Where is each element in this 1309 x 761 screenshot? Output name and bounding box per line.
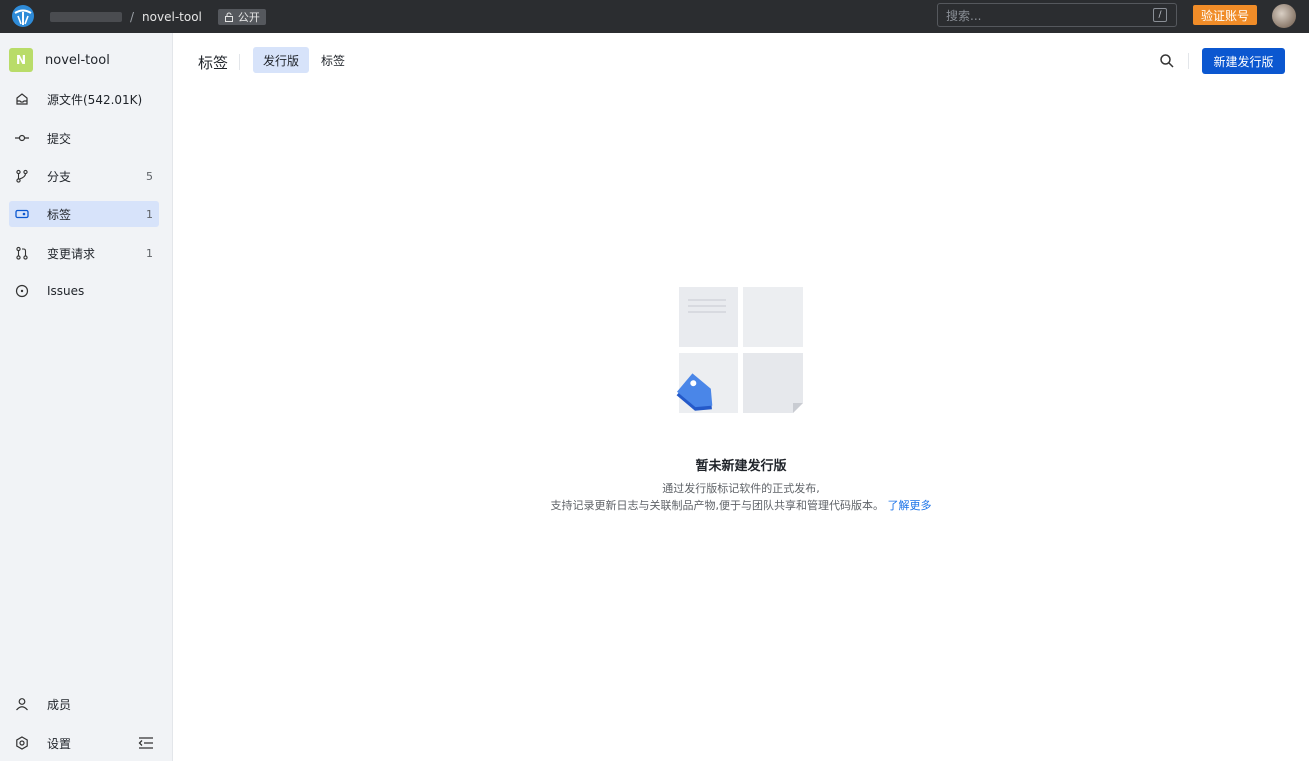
- empty-state-title: 暂未新建发行版: [695, 459, 787, 474]
- sidebar-item-tags[interactable]: 标签 1: [9, 201, 159, 227]
- breadcrumb-project-link[interactable]: novel-tool: [142, 10, 202, 24]
- commit-icon: [15, 131, 29, 145]
- verify-account-button[interactable]: 验证账号: [1193, 5, 1257, 25]
- sidebar-item-merge-requests[interactable]: 变更请求 1: [9, 240, 159, 266]
- visibility-label: 公开: [237, 10, 260, 24]
- merge-request-count: 1: [146, 246, 153, 260]
- sidebar-item-commits[interactable]: 提交: [9, 125, 159, 151]
- lock-open-icon: [224, 12, 233, 22]
- breadcrumb: / novel-tool 公开: [50, 0, 266, 33]
- title-divider: [239, 54, 240, 70]
- sidebar-item-settings[interactable]: 设置: [9, 730, 134, 756]
- sidebar-item-label: 设置: [47, 736, 72, 751]
- global-search-input[interactable]: 搜索... /: [937, 3, 1177, 27]
- project-header[interactable]: N novel-tool: [9, 48, 110, 72]
- main-content: 标签 发行版 标签 新建发行版 暂未新建发行版 通过发行版标记软件的正式发布, …: [173, 33, 1309, 761]
- tag-count: 1: [146, 207, 153, 221]
- search-placeholder: 搜索...: [946, 8, 982, 23]
- sidebar-item-label: 标签: [47, 207, 72, 222]
- breadcrumb-separator: /: [130, 9, 135, 24]
- sidebar-item-issues[interactable]: Issues: [9, 278, 159, 304]
- sidebar-item-label: 变更请求: [47, 246, 96, 261]
- search-shortcut-hint: /: [1153, 8, 1167, 22]
- empty-state-illustration: [676, 287, 803, 413]
- tab-tags[interactable]: 标签: [311, 47, 355, 73]
- empty-state-description-line2: 支持记录更新日志与关联制品产物,便于与团队共享和管理代码版本。 了解更多: [173, 497, 1309, 513]
- page-title: 标签: [198, 54, 229, 72]
- sidebar-item-label: 成员: [47, 697, 72, 712]
- empty-state-description-line1: 通过发行版标记软件的正式发布,: [662, 482, 820, 495]
- pull-request-icon: [15, 246, 29, 260]
- owner-name-redacted[interactable]: [50, 11, 122, 22]
- learn-more-link[interactable]: 了解更多: [888, 499, 932, 512]
- project-name: novel-tool: [45, 52, 110, 68]
- visibility-badge: 公开: [217, 8, 266, 25]
- new-release-button[interactable]: 新建发行版: [1202, 48, 1285, 74]
- toolbar-divider: [1188, 53, 1189, 69]
- project-avatar: N: [9, 48, 33, 72]
- sidebar-item-label: 提交: [47, 131, 72, 146]
- sidebar-item-label: 分支: [47, 169, 72, 184]
- sidebar: N novel-tool 源文件(542.01K) 提交 分支 5 标签 1 变…: [0, 33, 173, 761]
- sidebar-item-members[interactable]: 成员: [9, 691, 159, 717]
- user-icon: [15, 697, 29, 711]
- empty-state-description-text: 支持记录更新日志与关联制品产物,便于与团队共享和管理代码版本。: [550, 499, 885, 512]
- sidebar-item-source[interactable]: 源文件(542.01K): [9, 86, 159, 112]
- settings-icon: [15, 736, 29, 750]
- sidebar-item-branches[interactable]: 分支 5: [9, 163, 159, 189]
- search-icon[interactable]: [1159, 53, 1175, 69]
- branch-count: 5: [146, 169, 153, 183]
- user-avatar[interactable]: [1272, 4, 1296, 28]
- code-repo-icon: [15, 92, 29, 106]
- top-bar: / novel-tool 公开 搜索... / 验证账号: [0, 0, 1309, 33]
- sidebar-item-label: 源文件(542.01K): [47, 92, 143, 107]
- app-logo-icon[interactable]: [11, 4, 35, 28]
- tag-icon: [15, 207, 29, 221]
- issue-icon: [15, 284, 29, 298]
- collapse-sidebar-icon[interactable]: [138, 736, 154, 750]
- sidebar-item-label: Issues: [47, 284, 85, 298]
- tab-releases[interactable]: 发行版: [253, 47, 310, 73]
- branch-icon: [15, 169, 29, 183]
